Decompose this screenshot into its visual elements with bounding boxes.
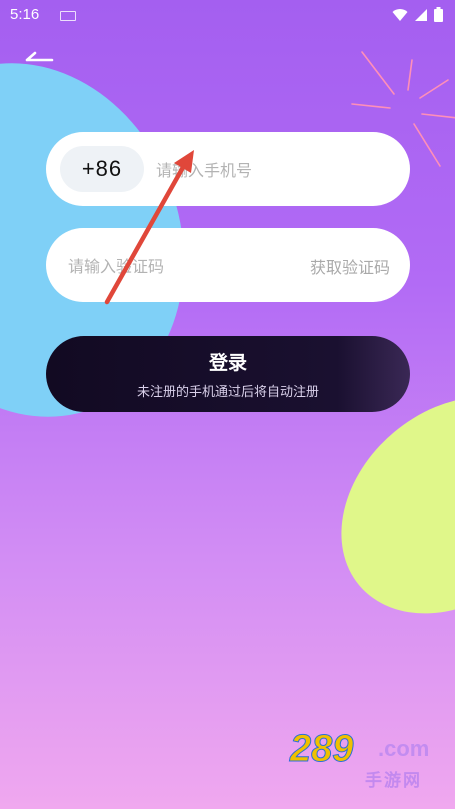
watermark-number: 289 [289,728,354,771]
signal-icon [415,8,427,21]
keyboard-icon [60,11,76,21]
wifi-icon [392,8,408,21]
back-arrow-icon[interactable] [24,44,54,68]
get-code-button[interactable]: 获取验证码 [310,254,390,278]
auto-register-note: 未注册的手机通过后将自动注册 [136,385,319,400]
country-code-selector[interactable]: +86 [60,146,144,192]
watermark-cn: 手游网 [365,771,422,791]
login-screen: 5:16 +86 请输入手机号 请输入验证码 获取验证码 登录 未注册的手机通过… [0,0,455,809]
status-time: 5:16 [10,6,40,23]
watermark-logo: 289 .com 手游网 [289,728,440,798]
watermark-domain: .com [378,736,430,761]
phone-input[interactable] [154,154,388,186]
verification-code-input[interactable] [66,250,270,282]
verification-field: 获取验证码 [46,228,410,302]
battery-icon [434,7,443,22]
phone-field: +86 [46,132,410,206]
login-button-label: 登录 [208,352,247,374]
status-icons [392,7,443,22]
status-bar: 5:16 [0,0,455,30]
login-button[interactable]: 登录 未注册的手机通过后将自动注册 [46,336,410,412]
